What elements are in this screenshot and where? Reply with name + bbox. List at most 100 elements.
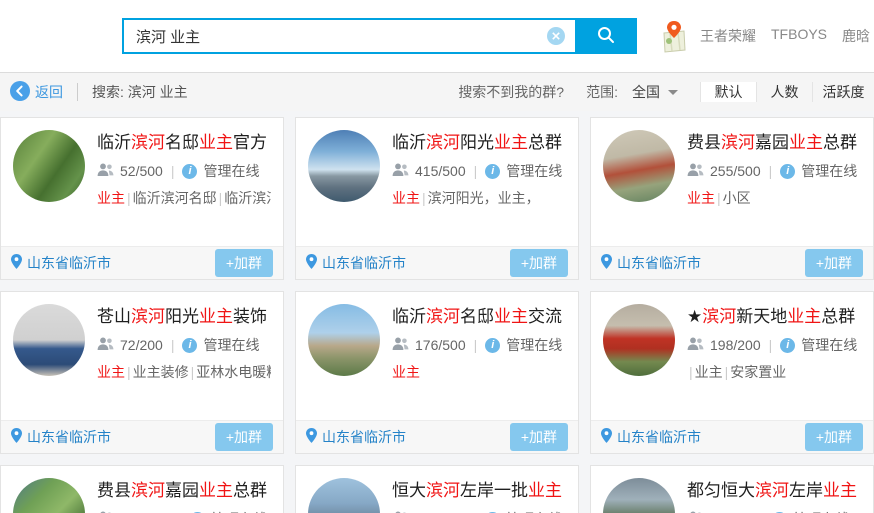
group-location[interactable]: 山东省临沂市 (306, 253, 406, 273)
map-pin-icon (306, 428, 317, 446)
group-location-text: 山东省临沂市 (617, 427, 701, 447)
group-card[interactable]: 费县滨河嘉园业主总群 255/500 | i 管理在线 业主|小区 山东省临 (590, 117, 874, 280)
group-avatar[interactable] (603, 130, 675, 202)
group-avatar[interactable] (13, 478, 85, 513)
people-icon (97, 163, 114, 180)
card-footer: 山东省临沂市 +加群 (296, 246, 578, 279)
group-title[interactable]: 临沂滨河名邸业主官方 (97, 130, 271, 155)
group-title[interactable]: ★滨河新天地业主总群 (687, 304, 857, 329)
hot-link-1[interactable]: 王者荣耀 (700, 26, 756, 46)
group-card[interactable]: ★滨河新天地业主总群 198/200 | i 管理在线 |业主|安家置业 山 (590, 291, 874, 454)
range-label: 范围: (586, 82, 618, 102)
group-avatar[interactable] (308, 478, 380, 513)
card-body: 临沂滨河名邸业主官方 52/500 | i 管理在线 业主|临沂滨河名邸|临沂滨… (1, 118, 283, 220)
admin-status: 管理在线 (506, 161, 562, 181)
group-title[interactable]: 费县滨河嘉园业主总群 (97, 478, 267, 503)
admin-status: 管理在线 (506, 335, 562, 355)
group-location[interactable]: 山东省临沂市 (601, 427, 701, 447)
stat-divider: | (767, 337, 775, 353)
header: 王者荣耀 TFBOYS 鹿晗 (0, 0, 874, 72)
stat-divider: | (472, 163, 480, 179)
join-group-button[interactable]: +加群 (215, 249, 273, 277)
admin-status: 管理在线 (211, 509, 267, 513)
join-group-button[interactable]: +加群 (805, 423, 863, 451)
group-stats: 276/500 | i 管理在线 (97, 509, 267, 513)
group-card[interactable]: 苍山滨河阳光业主装饰 72/200 | i 管理在线 业主|业主装修|亚林水电暖… (0, 291, 284, 454)
group-tags: 业主|滨河阳光，业主， (392, 188, 562, 208)
group-avatar[interactable] (308, 304, 380, 376)
group-tags: 业主|临沂滨河名邸|临沂滨河名... (97, 188, 271, 208)
chevron-down-icon (668, 90, 678, 95)
sort-tabs: 默认 人数 活跃度 (700, 82, 874, 102)
group-card[interactable]: 临沂滨河阳光业主总群 415/500 | i 管理在线 业主|滨河阳光，业主， (295, 117, 579, 280)
tab-member-count[interactable]: 人数 (756, 82, 812, 102)
back-button[interactable]: 返回 (10, 81, 63, 104)
join-group-button-label: +加群 (226, 255, 262, 271)
join-group-button-label: +加群 (816, 255, 852, 271)
card-body: 费县滨河嘉园业主总群 255/500 | i 管理在线 业主|小区 (591, 118, 873, 220)
join-group-button[interactable]: +加群 (510, 249, 568, 277)
group-avatar[interactable] (13, 304, 85, 376)
people-icon (392, 337, 409, 354)
card-text: 临沂滨河名邸业主官方 52/500 | i 管理在线 业主|临沂滨河名邸|临沂滨… (97, 130, 271, 208)
info-circle-icon: i (182, 164, 197, 179)
group-tags: |业主|安家置业 (687, 362, 857, 382)
range-select[interactable]: 全国 (632, 82, 678, 102)
group-card[interactable]: 临沂滨河名邸业主官方 52/500 | i 管理在线 业主|临沂滨河名邸|临沂滨… (0, 117, 284, 280)
group-title[interactable]: 费县滨河嘉园业主总群 (687, 130, 857, 155)
group-stats: 176/500 | i 管理在线 (392, 335, 562, 355)
group-card[interactable]: 临沂滨河名邸业主交流 176/500 | i 管理在线 业主 山东省临沂市 (295, 291, 579, 454)
hot-link-3[interactable]: 鹿晗 (842, 26, 870, 46)
back-label: 返回 (35, 82, 63, 102)
join-group-button[interactable]: +加群 (510, 423, 568, 451)
group-title[interactable]: 苍山滨河阳光业主装饰 (97, 304, 271, 329)
map-location-pin-icon[interactable] (660, 19, 688, 53)
people-icon (392, 163, 409, 180)
join-group-button[interactable]: +加群 (805, 249, 863, 277)
group-title[interactable]: 临沂滨河阳光业主总群 (392, 130, 562, 155)
card-text: 费县滨河嘉园业主总群 276/500 | i 管理在线 (97, 478, 267, 513)
people-icon (687, 163, 704, 180)
group-location[interactable]: 山东省临沂市 (601, 253, 701, 273)
group-card[interactable]: 费县滨河嘉园业主总群 276/500 | i 管理在线 (0, 465, 284, 513)
group-title[interactable]: 都匀恒大滨河左岸业主 (687, 478, 857, 503)
group-tags: 业主|业主装修|亚林水电暖精装|... (97, 362, 271, 382)
card-text: 恒大滨河左岸一批业主 143/500 | i 管理在线 (392, 478, 562, 513)
group-title[interactable]: 恒大滨河左岸一批业主 (392, 478, 562, 503)
member-count: 198/200 (710, 337, 761, 353)
people-icon (687, 337, 704, 354)
card-text: 都匀恒大滨河左岸业主 72/200 | i 管理在线 (687, 478, 857, 513)
stat-divider: | (472, 337, 480, 353)
member-count: 415/500 (415, 163, 466, 179)
admin-status: 管理在线 (203, 335, 259, 355)
hot-link-2[interactable]: TFBOYS (771, 26, 827, 46)
member-count: 255/500 (710, 163, 761, 179)
tab-default[interactable]: 默认 (700, 82, 756, 102)
map-pin-icon (601, 428, 612, 446)
group-card[interactable]: 都匀恒大滨河左岸业主 72/200 | i 管理在线 (590, 465, 874, 513)
join-group-button[interactable]: +加群 (215, 423, 273, 451)
tab-activity[interactable]: 活跃度 (812, 82, 874, 102)
card-footer: 山东省临沂市 +加群 (296, 420, 578, 453)
people-icon (97, 337, 114, 354)
search-input[interactable] (122, 18, 575, 54)
group-title[interactable]: 临沂滨河名邸业主交流 (392, 304, 562, 329)
group-location[interactable]: 山东省临沂市 (306, 427, 406, 447)
group-avatar[interactable] (308, 130, 380, 202)
card-footer: 山东省临沂市 +加群 (591, 420, 873, 453)
magnifier-icon (596, 25, 616, 48)
map-pin-icon (11, 428, 22, 446)
group-avatar[interactable] (13, 130, 85, 202)
group-avatar[interactable] (603, 478, 675, 513)
group-location[interactable]: 山东省临沂市 (11, 427, 111, 447)
admin-status: 管理在线 (793, 509, 849, 513)
search-bar (122, 18, 637, 54)
group-stats: 72/200 | i 管理在线 (97, 335, 271, 355)
cant-find-group-link[interactable]: 搜索不到我的群? (458, 82, 564, 102)
group-location[interactable]: 山东省临沂市 (11, 253, 111, 273)
search-summary: 搜索: 滨河 业主 (92, 82, 188, 102)
group-avatar[interactable] (603, 304, 675, 376)
group-card[interactable]: 恒大滨河左岸一批业主 143/500 | i 管理在线 (295, 465, 579, 513)
range-value: 全国 (632, 82, 660, 102)
search-button[interactable] (575, 18, 637, 54)
